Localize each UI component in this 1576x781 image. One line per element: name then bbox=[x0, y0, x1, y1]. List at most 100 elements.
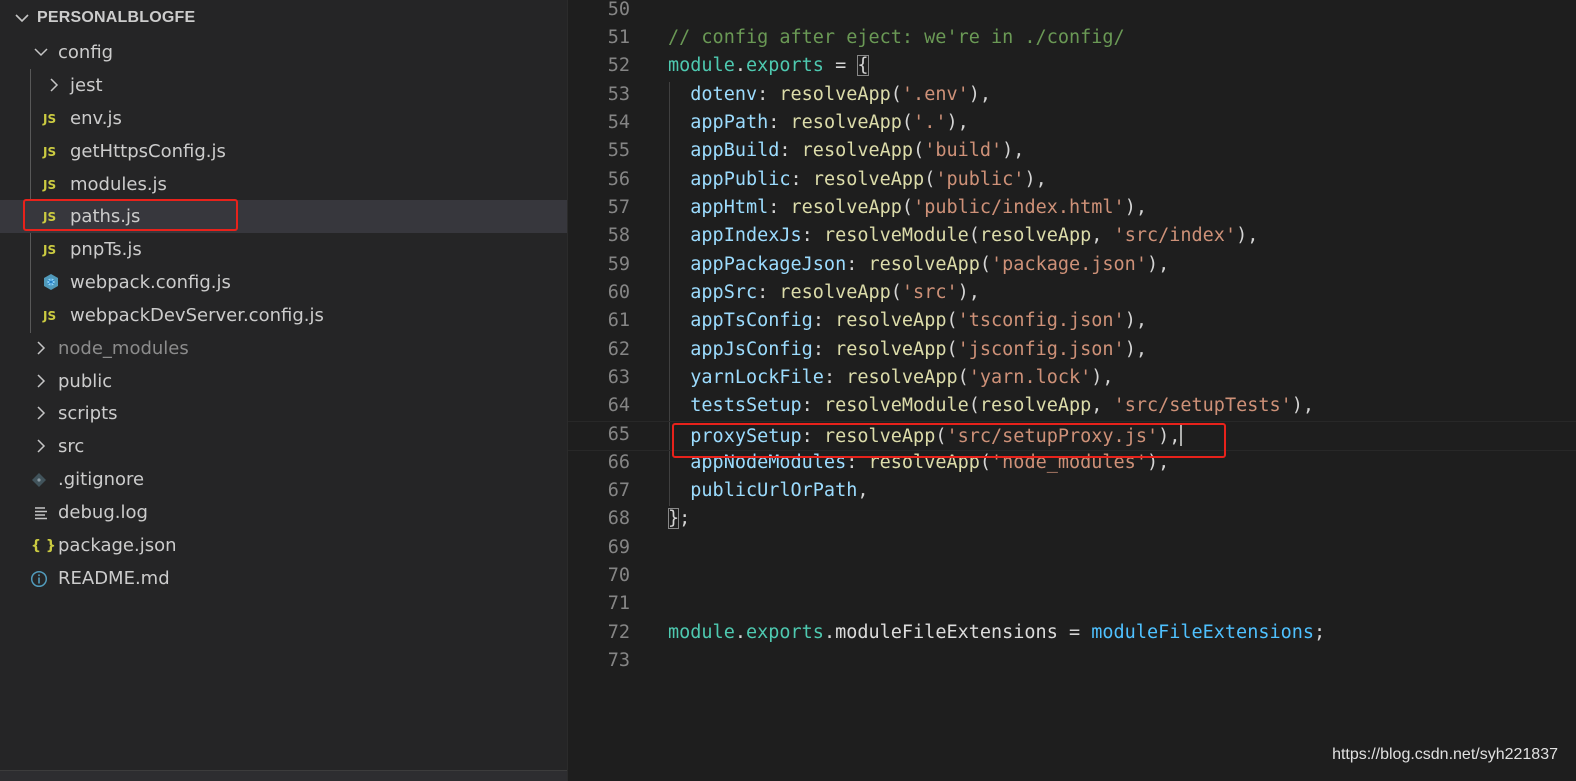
js-file-icon: JS bbox=[43, 112, 57, 126]
js-file-icon: JS bbox=[43, 145, 57, 159]
code-text: // config after eject: we're in ./config… bbox=[668, 27, 1125, 48]
code-line[interactable]: 60 appSrc: resolveApp('src'), bbox=[568, 280, 1576, 308]
code-token: exports bbox=[745, 55, 824, 76]
code-token: , bbox=[1091, 395, 1114, 416]
code-line[interactable]: 64 testsSetup: resolveModule(resolveApp,… bbox=[568, 393, 1576, 421]
code-token: ; bbox=[679, 508, 691, 529]
code-token: resolveModule bbox=[823, 225, 969, 246]
tree-file-gethttpsconfig-js[interactable]: JS getHttpsConfig.js bbox=[0, 135, 567, 168]
code-line[interactable]: 69 bbox=[568, 535, 1576, 563]
code-editor[interactable]: 50 51 // config after eject: we're in ./… bbox=[568, 0, 1576, 781]
code-token: : bbox=[801, 395, 824, 416]
code-token: resolveApp bbox=[790, 197, 902, 218]
tree-folder-config[interactable]: config bbox=[0, 36, 567, 69]
code-token: 'public' bbox=[935, 169, 1025, 190]
code-line[interactable]: 55 appBuild: resolveApp('build'), bbox=[568, 138, 1576, 166]
code-line[interactable]: 62 appJsConfig: resolveApp('jsconfig.jso… bbox=[568, 337, 1576, 365]
code-line[interactable]: 57 appHtml: resolveApp('public/index.htm… bbox=[568, 195, 1576, 223]
code-token: , bbox=[857, 480, 869, 501]
code-token: ; bbox=[1314, 622, 1326, 643]
code-line-current[interactable]: 65 proxySetup: resolveApp('src/setupProx… bbox=[568, 421, 1576, 451]
code-token: ), bbox=[1124, 310, 1147, 331]
code-text: appPublic: resolveApp('public'), bbox=[668, 169, 1047, 190]
code-line[interactable]: 51 // config after eject: we're in ./con… bbox=[568, 25, 1576, 53]
tree-folder-src[interactable]: src bbox=[0, 430, 567, 463]
line-number: 58 bbox=[607, 225, 630, 246]
code-token: : bbox=[823, 367, 847, 388]
tree-folder-scripts[interactable]: scripts bbox=[0, 397, 567, 430]
code-line[interactable]: 67 publicUrlOrPath, bbox=[568, 478, 1576, 506]
code-token: : bbox=[757, 84, 780, 105]
js-file-icon: JS bbox=[43, 210, 57, 224]
explorer-section-header[interactable]: PERSONALBLOGFE bbox=[0, 4, 567, 34]
tree-file-readme-md[interactable]: README.md bbox=[0, 562, 567, 595]
code-text: proxySetup: resolveApp('src/setupProxy.j… bbox=[668, 424, 1183, 447]
code-line[interactable]: 53 dotenv: resolveApp('.env'), bbox=[568, 82, 1576, 110]
code-token: resolveApp bbox=[846, 367, 958, 388]
code-line[interactable]: 71 bbox=[568, 591, 1576, 619]
code-line[interactable]: 72 module.exports.moduleFileExtensions =… bbox=[568, 620, 1576, 648]
code-token: ( bbox=[901, 197, 914, 218]
tree-file-webpackdevserver-config-js[interactable]: JS webpackDevServer.config.js bbox=[0, 299, 567, 332]
line-number: 67 bbox=[607, 480, 630, 501]
line-number: 73 bbox=[607, 650, 630, 671]
code-token: publicUrlOrPath bbox=[690, 480, 858, 501]
code-token: appPublic bbox=[690, 169, 791, 190]
tree-file-gitignore[interactable]: .gitignore bbox=[0, 463, 567, 496]
tree-file-debug-log[interactable]: debug.log bbox=[0, 496, 567, 529]
code-token: resolveApp bbox=[868, 452, 980, 473]
code-line[interactable]: 68 }; bbox=[568, 506, 1576, 534]
code-line[interactable]: 59 appPackageJson: resolveApp('package.j… bbox=[568, 252, 1576, 280]
tree-item-label: src bbox=[58, 436, 85, 457]
code-token: ), bbox=[1291, 395, 1315, 416]
code-token: ), bbox=[1024, 169, 1047, 190]
code-token: appPackageJson bbox=[690, 254, 847, 275]
code-line[interactable]: 73 bbox=[568, 648, 1576, 676]
code-line[interactable]: 58 appIndexJs: resolveModule(resolveApp,… bbox=[568, 223, 1576, 251]
code-token: ), bbox=[968, 84, 992, 105]
code-token: ( bbox=[890, 84, 902, 105]
tree-folder-node-modules[interactable]: node_modules bbox=[0, 332, 567, 365]
tree-file-env-js[interactable]: JS env.js bbox=[0, 102, 567, 135]
line-number: 60 bbox=[607, 282, 630, 303]
code-token: : bbox=[768, 197, 791, 218]
tree-item-label: node_modules bbox=[58, 338, 189, 359]
code-line[interactable]: 56 appPublic: resolveApp('public'), bbox=[568, 167, 1576, 195]
code-token: resolveApp bbox=[779, 84, 891, 105]
code-token: module bbox=[668, 55, 735, 76]
tree-item-label: webpack.config.js bbox=[70, 272, 231, 293]
tree-item-label: config bbox=[58, 42, 114, 63]
code-line[interactable]: 54 appPath: resolveApp('.'), bbox=[568, 110, 1576, 138]
tree-file-webpack-config-js[interactable]: webpack.config.js bbox=[0, 266, 567, 299]
js-file-icon: JS bbox=[43, 243, 57, 257]
code-token: : bbox=[812, 339, 836, 360]
code-token: : bbox=[768, 112, 791, 133]
tree-folder-jest[interactable]: jest bbox=[0, 69, 567, 102]
code-token: : bbox=[779, 140, 802, 161]
code-line[interactable]: 70 bbox=[568, 563, 1576, 591]
code-line[interactable]: 61 appTsConfig: resolveApp('tsconfig.jso… bbox=[568, 308, 1576, 336]
tree-folder-public[interactable]: public bbox=[0, 365, 567, 398]
chevron-down-icon bbox=[34, 48, 48, 57]
code-line[interactable]: 63 yarnLockFile: resolveApp('yarn.lock')… bbox=[568, 365, 1576, 393]
tree-file-package-json[interactable]: { } package.json bbox=[0, 529, 567, 562]
code-token: appBuild bbox=[690, 140, 780, 161]
code-token: ( bbox=[979, 452, 992, 473]
line-number: 50 bbox=[607, 0, 630, 20]
code-token: appSrc bbox=[690, 282, 758, 303]
code-token: appTsConfig bbox=[690, 310, 813, 331]
line-number: 51 bbox=[607, 27, 630, 48]
code-token: ( bbox=[946, 339, 958, 360]
code-token: 'src/setupTests' bbox=[1113, 395, 1292, 416]
code-token: ( bbox=[968, 395, 980, 416]
tree-file-pnpts-js[interactable]: JS pnpTs.js bbox=[0, 233, 567, 266]
tree-file-modules-js[interactable]: JS modules.js bbox=[0, 168, 567, 201]
code-token: : bbox=[846, 452, 869, 473]
code-line[interactable]: 50 bbox=[568, 0, 1576, 25]
code-line[interactable]: 52 module.exports = { bbox=[568, 53, 1576, 81]
tree-file-paths-js[interactable]: JS paths.js bbox=[0, 200, 567, 233]
git-icon bbox=[32, 473, 46, 487]
line-number: 69 bbox=[607, 537, 630, 558]
code-token: ), bbox=[1146, 254, 1170, 275]
code-line[interactable]: 66 appNodeModules: resolveApp('node_modu… bbox=[568, 450, 1576, 478]
